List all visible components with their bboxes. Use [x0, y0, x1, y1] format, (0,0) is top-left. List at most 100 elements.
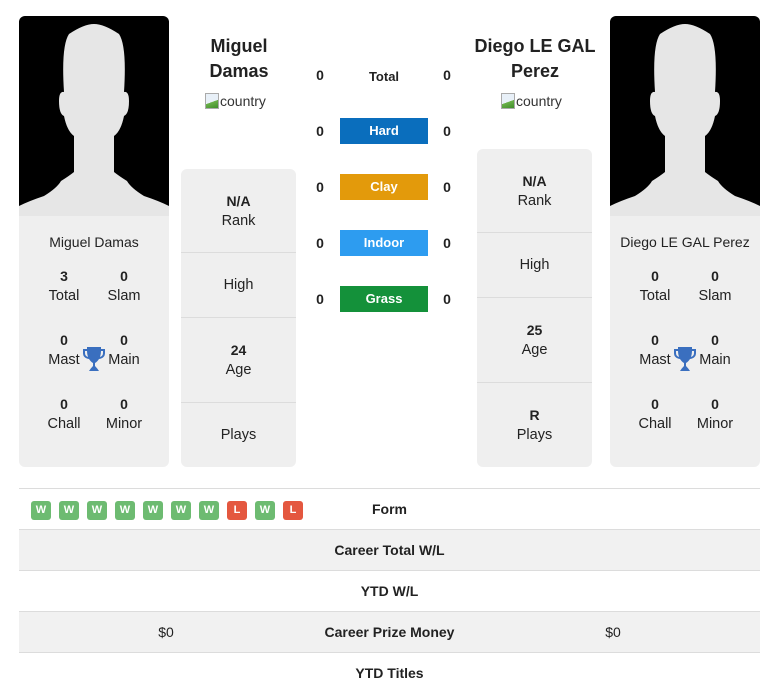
- row-label: YTD W/L: [360, 583, 419, 599]
- p1-chall-titles: 0 Chall: [34, 394, 94, 458]
- player1-name[interactable]: Miguel Damas: [164, 34, 314, 84]
- p2-chall-titles: 0 Chall: [625, 394, 685, 458]
- player2-photo: [610, 16, 760, 216]
- p1-total-titles: 3 Total: [34, 266, 94, 330]
- surface-badge-clay[interactable]: Clay: [340, 174, 428, 200]
- label: Plays: [516, 427, 553, 443]
- player1-name-line1: Miguel: [210, 36, 268, 56]
- player2-name[interactable]: Diego LE GAL Perez: [460, 34, 610, 84]
- label: Slam: [698, 288, 732, 304]
- label: High: [223, 277, 254, 293]
- value: 0: [711, 268, 719, 284]
- p1-value: 0: [316, 123, 324, 139]
- p1-value: 0: [316, 67, 324, 83]
- label: Rank: [221, 212, 256, 229]
- comparison-row-ytd-titles: YTD Titles: [19, 652, 760, 693]
- value: 0: [651, 396, 659, 412]
- p1-value: 0: [316, 235, 324, 251]
- p1-rank: N/A Rank: [181, 169, 296, 253]
- player1-card-name[interactable]: Miguel Damas: [19, 234, 169, 250]
- comparison-row-career-wl: Career Total W/L: [19, 529, 760, 570]
- p2-value: 0: [443, 123, 451, 139]
- surface-badge-grass[interactable]: Grass: [340, 286, 428, 312]
- flag-alt-text: country: [220, 93, 266, 109]
- p2-value: 0: [443, 235, 451, 251]
- surface-row-hard: 0 Hard 0: [300, 118, 470, 145]
- label: Age: [521, 342, 548, 358]
- p1-plays: Plays: [181, 403, 296, 467]
- label: Total: [639, 288, 671, 304]
- player1-country-flag: country: [205, 93, 266, 109]
- label: Slam: [107, 288, 141, 304]
- broken-image-icon: [205, 93, 219, 109]
- value: N/A: [522, 172, 547, 189]
- surface-row-indoor: 0 Indoor 0: [300, 230, 470, 257]
- value: 3: [60, 268, 68, 284]
- p2-total-titles: 0 Total: [625, 266, 685, 330]
- value: 0: [651, 268, 659, 284]
- player2-card: Diego LE GAL Perez 0 Total 0 Slam 0 Mast 0M…: [610, 16, 760, 467]
- player2-card-name[interactable]: Diego LE GAL Perez: [610, 234, 760, 250]
- surface-row-clay: 0 Clay 0: [300, 174, 470, 201]
- surface-badge-hard[interactable]: Hard: [340, 118, 428, 144]
- player2-country-flag: country: [501, 93, 562, 109]
- comparison-table: WWWWWWWLWL Form Career Total W/L YTD W/L…: [19, 488, 760, 693]
- p2-value: 0: [443, 179, 451, 195]
- player2-titles: 0 Total 0 Slam 0 Mast 0 Main 0 Chall 0 Minor: [610, 266, 760, 458]
- label: Plays: [220, 427, 257, 443]
- broken-image-icon: [501, 93, 515, 109]
- player1-info: N/A Rank High 24 Age Plays: [181, 169, 296, 467]
- comparison-row-form: WWWWWWWLWL Form: [19, 488, 760, 529]
- surface-badge-indoor[interactable]: Indoor: [340, 230, 428, 256]
- value: 25: [526, 322, 543, 338]
- silhouette-icon: [19, 24, 169, 216]
- p2-value: 0: [443, 67, 451, 83]
- comparison-row-prize-money: $0 Career Prize Money $0: [19, 611, 760, 652]
- player1-titles: 3 Total 0 Slam 0 Mast 0 Main 0 Chall 0 Minor: [19, 266, 169, 458]
- p2-age: 25 Age: [477, 298, 592, 383]
- label: High: [519, 257, 550, 273]
- flag-alt-text: country: [516, 93, 562, 109]
- p2-minor-titles: 0 Minor: [685, 394, 745, 458]
- surface-label: Total: [368, 69, 400, 84]
- label: Chall: [47, 416, 81, 432]
- value: 24: [230, 342, 247, 358]
- p2-rank: N/A Rank: [477, 149, 592, 233]
- value: 0: [120, 268, 128, 284]
- value: 0: [120, 396, 128, 412]
- surface-row-total: 0 Total 0: [300, 62, 470, 89]
- p2-slam-titles: 0 Slam: [685, 266, 745, 330]
- player2-info: N/A Rank High 25 Age R Plays: [477, 149, 592, 467]
- p2-plays: R Plays: [477, 383, 592, 467]
- row-label: Form: [372, 501, 407, 517]
- label: Total: [48, 288, 80, 304]
- value: N/A: [226, 192, 251, 209]
- value: R: [529, 407, 540, 423]
- player2-name-line2: Perez: [510, 61, 560, 81]
- player1-name-line2: Damas: [209, 61, 269, 81]
- comparison-row-ytd-wl: YTD W/L: [19, 570, 760, 611]
- label: Minor: [105, 416, 143, 432]
- p2-value: 0: [443, 291, 451, 307]
- row-label: Career Total W/L: [334, 542, 445, 558]
- player1-card: Miguel Damas 3 Total 0 Slam 0 Mast 0 Main 0C…: [19, 16, 169, 467]
- label: Chall: [638, 416, 672, 432]
- p1-slam-titles: 0 Slam: [94, 266, 154, 330]
- label: Rank: [517, 192, 552, 209]
- row-label: YTD Titles: [355, 665, 424, 681]
- p1-value: 0: [316, 179, 324, 195]
- label: Age: [225, 362, 252, 378]
- p2-high: High: [477, 233, 592, 298]
- p1-value: 0: [316, 291, 324, 307]
- label: Minor: [696, 416, 734, 432]
- player1-photo: [19, 16, 169, 216]
- p1-age: 24 Age: [181, 318, 296, 403]
- value: 0: [711, 396, 719, 412]
- surface-row-grass: 0 Grass 0: [300, 286, 470, 313]
- p2-value: $0: [605, 624, 621, 640]
- p1-high: High: [181, 253, 296, 318]
- silhouette-icon: [610, 24, 760, 216]
- p1-minor-titles: 0 Minor: [94, 394, 154, 458]
- trophy-icon: [83, 347, 105, 371]
- value: 0: [60, 396, 68, 412]
